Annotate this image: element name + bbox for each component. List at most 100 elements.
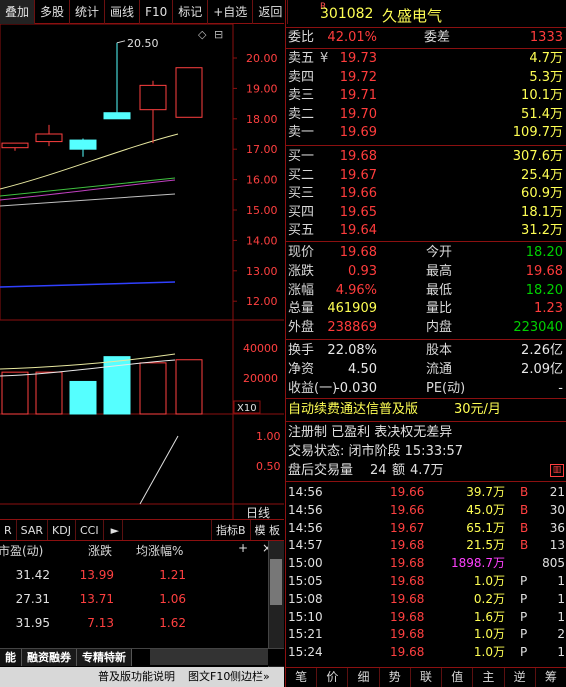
table-header-cell[interactable]: 均涨幅% — [136, 541, 183, 561]
quote-value: 461909 — [327, 301, 377, 317]
status-item-2[interactable]: 侧边栏» — [230, 667, 270, 687]
toolbar-btn-5[interactable]: 标记 — [173, 0, 209, 24]
quote-label: 涨跌 — [288, 263, 315, 279]
indicator-b-button[interactable]: 指标B — [210, 520, 250, 540]
kline-chart[interactable]: 20.00 19.00 18.00 17.00 16.00 15.00 14.00 13.00… — [0, 24, 284, 519]
table-row[interactable]: 31.42 13.99 1.21 — [0, 565, 268, 585]
minus-icon[interactable]: ⊟ — [214, 28, 223, 41]
ask-volume: 10.1万 — [521, 88, 563, 103]
tick-time: 15:08 — [288, 591, 323, 606]
tick-volume: 1.0万 — [473, 645, 505, 660]
divider — [286, 421, 566, 422]
template-button[interactable]: 模 板 — [249, 520, 285, 540]
toolbar-btn-6[interactable]: +自选 — [208, 0, 254, 24]
scrollbar-thumb[interactable] — [270, 559, 282, 605]
ask-volume: 4.7万 — [529, 51, 563, 66]
quote-value2: 18.20 — [525, 282, 563, 298]
ask-price[interactable]: 19.73 — [340, 50, 377, 68]
indicator-tab-cci[interactable]: CCI — [76, 520, 104, 540]
candle-body[interactable] — [175, 67, 203, 118]
period-label[interactable]: 日线 — [246, 506, 270, 519]
ind-tick-label: 1.00 — [256, 430, 281, 443]
toolbar-btn-3[interactable]: 画线 — [105, 0, 141, 24]
toolbar-btn-0[interactable]: 叠加 — [0, 0, 36, 24]
ask-price[interactable]: 19.72 — [340, 69, 377, 87]
toolbar-btn-2[interactable]: 统计 — [70, 0, 106, 24]
detail-tab-6[interactable]: 主 — [473, 668, 505, 687]
detail-tab-7[interactable]: 逆 — [505, 668, 536, 687]
avg-change-cell: 1.21 — [159, 568, 186, 582]
fund-row: 换手 22.08% 股本 2.26亿 — [286, 342, 566, 360]
bid-price[interactable]: 19.67 — [340, 167, 377, 185]
bid-price[interactable]: 19.68 — [340, 148, 377, 166]
bottom-tab-0[interactable]: 能 — [0, 649, 22, 666]
quote-panel: R 301082 久盛电气 委比 42.01% 委差 1333 卖五 ¥19.73 4.7万… — [285, 0, 566, 687]
bid-price[interactable]: 19.65 — [340, 204, 377, 222]
table-row[interactable]: 31.95 7.13 1.62 — [0, 613, 268, 633]
diamond-icon[interactable]: ◇ — [198, 28, 207, 41]
detail-tab-5[interactable]: 值 — [442, 668, 474, 687]
after-hours-label2: 额 — [392, 463, 406, 478]
ad-text[interactable]: 自动续费通达信普及版 — [288, 401, 418, 419]
status-item-1[interactable]: 图文F10 — [188, 667, 230, 687]
toolbar-btn-4[interactable]: F10 — [140, 0, 174, 24]
hscrollbar[interactable] — [150, 649, 268, 665]
ask-volume: 109.7万 — [512, 125, 563, 140]
tick-count: 1 — [557, 591, 565, 606]
bar-chart-icon[interactable]: ▥ — [550, 464, 564, 477]
currency-icon: ¥ — [320, 51, 329, 66]
quote-value: 4.96% — [335, 282, 377, 298]
tick-time: 15:24 — [288, 645, 323, 660]
bid-volume: 307.6万 — [512, 149, 563, 164]
candle-body[interactable] — [69, 139, 97, 150]
kline-svg[interactable]: 20.00 19.00 18.00 17.00 16.00 15.00 14.00 13.00… — [0, 24, 284, 519]
candle-body[interactable] — [35, 133, 63, 143]
fund-value: 4.50 — [348, 361, 377, 377]
detail-tab-3[interactable]: 势 — [380, 668, 411, 687]
detail-tab-4[interactable]: 联 — [411, 668, 443, 687]
ask-label: 卖二 — [288, 106, 315, 122]
detail-tab-1[interactable]: 价 — [317, 668, 349, 687]
detail-tab-8[interactable]: 筹 — [536, 668, 566, 687]
tick-volume: 1.0万 — [473, 574, 505, 588]
detail-tab-2[interactable]: 细 — [348, 668, 380, 687]
toolbar-btn-1[interactable]: 多股 — [35, 0, 71, 24]
status-item-0[interactable]: 普及版功能说明 — [98, 667, 175, 687]
bottom-tab-1[interactable]: 融资融券 — [22, 649, 77, 666]
ask-row: 卖二 19.70 51.4万 — [286, 106, 566, 124]
table-header-cell[interactable]: 市盈(动) — [0, 541, 43, 561]
ask-label: 卖四 — [288, 69, 315, 85]
bid-price[interactable]: 19.64 — [340, 222, 377, 240]
ad-price[interactable]: 30元/月 — [454, 401, 501, 419]
high-label: 20.50 — [127, 37, 159, 50]
divider — [286, 398, 566, 399]
candle-body[interactable] — [139, 84, 167, 111]
bottom-tab-2[interactable]: 专精特新 — [77, 649, 132, 666]
quote-label2: 最低 — [426, 282, 453, 298]
ask-price[interactable]: 19.69 — [340, 124, 377, 142]
detail-tab-0[interactable]: 笔 — [286, 668, 318, 687]
vol-unit: X10 — [237, 403, 257, 414]
bid-price[interactable]: 19.66 — [340, 185, 377, 203]
ma60-line — [0, 281, 176, 288]
table-header-cell[interactable]: 涨跌 — [88, 541, 112, 561]
candle-body[interactable] — [103, 112, 131, 120]
tick-volume: 1.6万 — [473, 609, 505, 624]
avg-change-cell: 1.62 — [159, 616, 186, 630]
candle-body[interactable] — [1, 142, 29, 149]
ask-price[interactable]: 19.71 — [340, 87, 377, 105]
indicator-tab-sar[interactable]: SAR — [17, 520, 49, 540]
quote-row: 总量 461909 量比 1.23 — [286, 300, 566, 318]
quote-value2: 1.23 — [534, 301, 563, 317]
ask-price[interactable]: 19.70 — [340, 106, 377, 124]
ma20-line — [0, 177, 176, 197]
divider — [286, 145, 566, 146]
indicator-tab-kdj[interactable]: KDJ — [48, 520, 76, 540]
table-row[interactable]: 27.31 13.71 1.06 — [0, 589, 268, 609]
tick-row: 14:57 19.68 21.5万 B 13 — [286, 536, 566, 554]
indicator-arrow-icon[interactable]: ► — [108, 520, 124, 540]
indicator-tab-r[interactable]: R — [0, 520, 17, 540]
tick-volume: 1.0万 — [473, 627, 505, 642]
toolbar-btn-7[interactable]: 返回 — [253, 0, 289, 24]
vol-tick-label: 40000 — [243, 342, 278, 355]
